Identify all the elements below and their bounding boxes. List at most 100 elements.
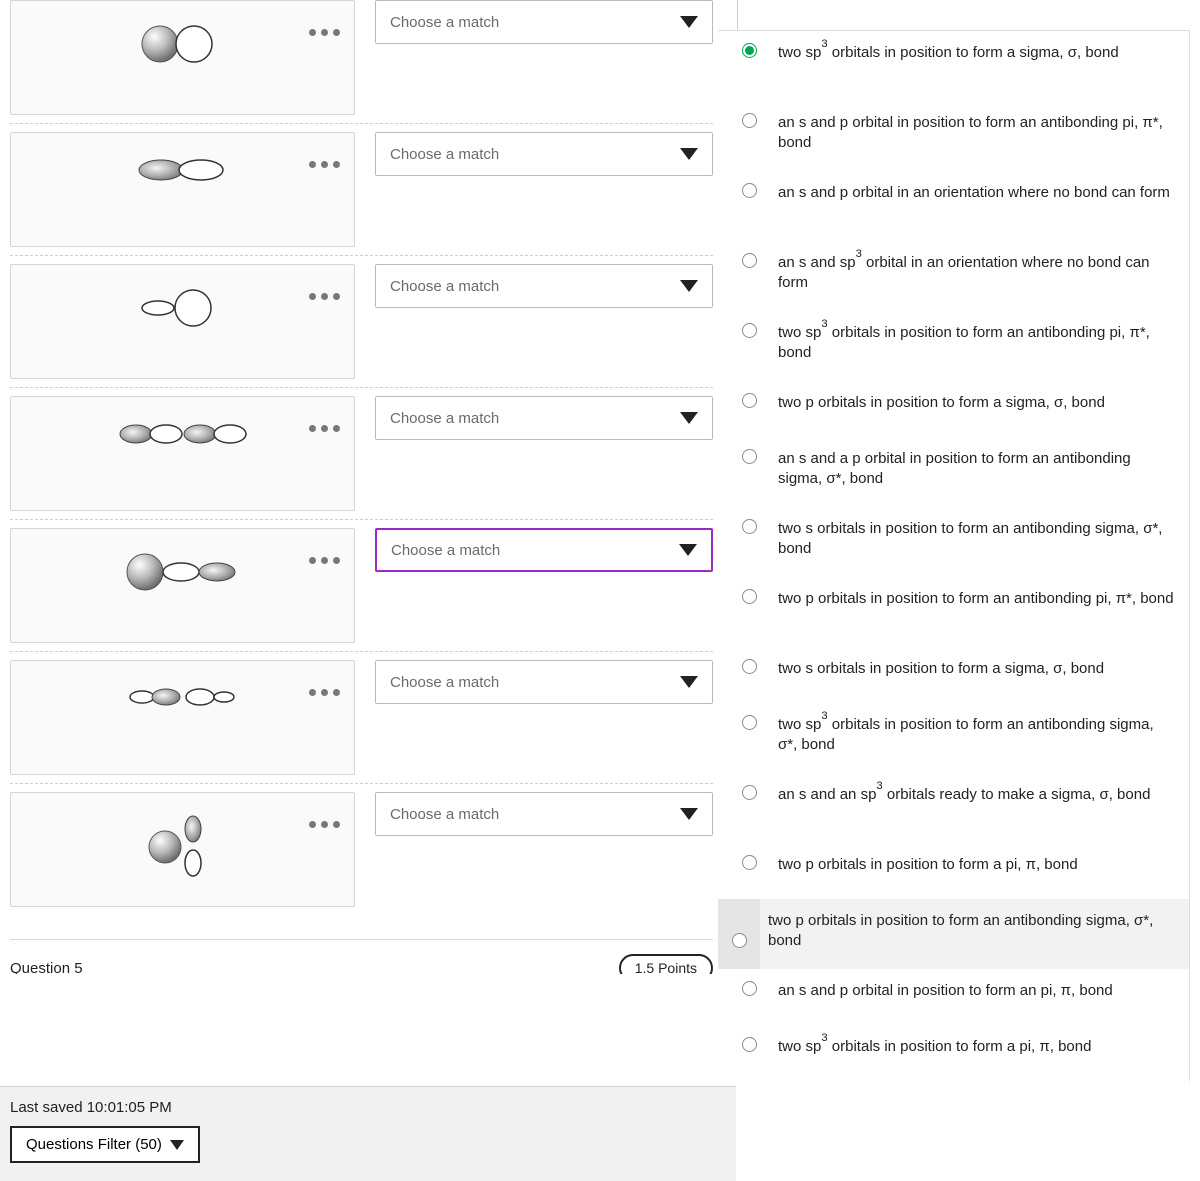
match-dropdown[interactable]: Choose a match — [375, 264, 713, 308]
answer-option[interactable]: two s orbitals in position to form an an… — [718, 507, 1189, 577]
match-dropdown[interactable]: Choose a match — [375, 528, 713, 572]
answer-option[interactable]: an s and p orbital in position to form a… — [718, 101, 1189, 171]
drag-handle-icon[interactable] — [309, 293, 340, 300]
answer-option[interactable]: two p orbitals in position to form a pi,… — [718, 843, 1189, 899]
chevron-down-icon — [679, 544, 697, 556]
option-text: two p orbitals in position to form a pi,… — [770, 853, 1175, 875]
radio-cell — [728, 657, 770, 674]
radio-cell — [728, 391, 770, 408]
orbital-prompt-card[interactable] — [10, 132, 355, 247]
row-divider — [10, 651, 713, 652]
option-text: two s orbitals in position to form an an… — [770, 517, 1175, 558]
matching-column: Choose a match Choose a match Choose a m… — [10, 0, 713, 982]
option-text: two sp3 orbitals in position to form an … — [770, 713, 1175, 754]
radio-cell — [728, 783, 770, 800]
option-text: two sp3 orbitals in position to form a p… — [770, 1035, 1175, 1057]
chevron-down-icon — [680, 676, 698, 688]
radio-icon[interactable] — [742, 1037, 757, 1052]
chevron-down-icon — [680, 280, 698, 292]
answer-option[interactable]: two sp3 orbitals in position to form a s… — [718, 31, 1189, 101]
answer-option[interactable]: an s and a p orbital in position to form… — [718, 437, 1189, 507]
option-text: an s and a p orbital in position to form… — [770, 447, 1175, 488]
radio-icon[interactable] — [742, 323, 757, 338]
orbital-diagram — [133, 155, 233, 189]
radio-icon[interactable] — [742, 589, 757, 604]
row-divider — [10, 783, 713, 784]
option-text: two s orbitals in position to form a sig… — [770, 657, 1175, 679]
radio-icon[interactable] — [742, 253, 757, 268]
drag-handle-icon[interactable] — [309, 29, 340, 36]
radio-icon[interactable] — [742, 715, 757, 730]
radio-cell — [728, 517, 770, 534]
answer-option[interactable]: two p orbitals in position to form an an… — [718, 577, 1189, 647]
orbital-prompt-card[interactable] — [10, 264, 355, 379]
radio-icon[interactable] — [742, 449, 757, 464]
answer-option[interactable]: two s orbitals in position to form a sig… — [718, 647, 1189, 703]
questions-filter-button[interactable]: Questions Filter (50) — [10, 1126, 200, 1163]
drag-handle-icon[interactable] — [309, 425, 340, 432]
radio-cell — [728, 447, 770, 464]
match-row: Choose a match — [10, 528, 713, 643]
answer-option[interactable]: an s and an sp3 orbitals ready to make a… — [718, 773, 1189, 843]
drag-handle-icon[interactable] — [309, 557, 340, 564]
match-row: Choose a match — [10, 792, 713, 907]
radio-cell — [728, 853, 770, 870]
drag-handle-icon[interactable] — [309, 689, 340, 696]
drag-handle-icon[interactable] — [309, 161, 340, 168]
row-divider — [10, 519, 713, 520]
question-divider — [10, 939, 713, 940]
radio-icon[interactable] — [742, 519, 757, 534]
filter-button-label: Questions Filter (50) — [26, 1136, 162, 1153]
row-divider — [10, 255, 713, 256]
answer-option[interactable]: an s and p orbital in an orientation whe… — [718, 171, 1189, 241]
question-label: Question 5 — [10, 960, 83, 977]
radio-cell — [728, 321, 770, 338]
match-row: Choose a match — [10, 0, 713, 115]
answer-option[interactable]: two sp3 orbitals in position to form a p… — [718, 1025, 1189, 1081]
radio-icon[interactable] — [742, 183, 757, 198]
answer-option[interactable]: two sp3 orbitals in position to form an … — [718, 703, 1189, 773]
answer-options-panel[interactable]: two sp3 orbitals in position to form a s… — [718, 30, 1190, 1081]
answer-option[interactable]: an s and sp3 orbital in an orientation w… — [718, 241, 1189, 311]
answer-option[interactable]: two p orbitals in position to form a sig… — [718, 381, 1189, 437]
radio-icon[interactable] — [742, 981, 757, 996]
match-row: Choose a match — [10, 396, 713, 511]
radio-cell — [728, 1035, 770, 1052]
radio-cell — [728, 181, 770, 198]
match-dropdown[interactable]: Choose a match — [375, 660, 713, 704]
match-dropdown[interactable]: Choose a match — [375, 396, 713, 440]
dropdown-placeholder: Choose a match — [390, 146, 499, 163]
match-dropdown[interactable]: Choose a match — [375, 792, 713, 836]
points-pill: 1.5 Points — [619, 954, 713, 982]
radio-icon[interactable] — [742, 43, 757, 58]
answer-option[interactable]: two sp3 orbitals in position to form an … — [718, 311, 1189, 381]
orbital-prompt-card[interactable] — [10, 396, 355, 511]
match-dropdown[interactable]: Choose a match — [375, 0, 713, 44]
radio-icon[interactable] — [742, 785, 757, 800]
option-text: two sp3 orbitals in position to form an … — [770, 321, 1175, 362]
orbital-prompt-card[interactable] — [10, 528, 355, 643]
radio-icon[interactable] — [732, 933, 747, 948]
radio-cell — [728, 251, 770, 268]
orbital-prompt-card[interactable] — [10, 660, 355, 775]
dropdown-placeholder: Choose a match — [390, 278, 499, 295]
match-dropdown[interactable]: Choose a match — [375, 132, 713, 176]
radio-icon[interactable] — [742, 855, 757, 870]
answer-option[interactable]: two p orbitals in position to form an an… — [718, 899, 1189, 969]
chevron-down-icon — [680, 412, 698, 424]
orbital-prompt-card[interactable] — [10, 0, 355, 115]
drag-handle-icon[interactable] — [309, 821, 340, 828]
orbital-diagram — [128, 683, 238, 715]
match-row: Choose a match — [10, 660, 713, 775]
orbital-prompt-card[interactable] — [10, 792, 355, 907]
answer-option[interactable]: an s and p orbital in position to form a… — [718, 969, 1189, 1025]
chevron-down-icon — [680, 148, 698, 160]
orbital-diagram — [123, 551, 243, 597]
radio-icon[interactable] — [742, 659, 757, 674]
radio-icon[interactable] — [742, 393, 757, 408]
orbital-diagram — [118, 419, 248, 453]
radio-cell — [728, 713, 770, 730]
row-divider — [10, 123, 713, 124]
radio-icon[interactable] — [742, 113, 757, 128]
option-text: an s and p orbital in an orientation whe… — [770, 181, 1175, 203]
